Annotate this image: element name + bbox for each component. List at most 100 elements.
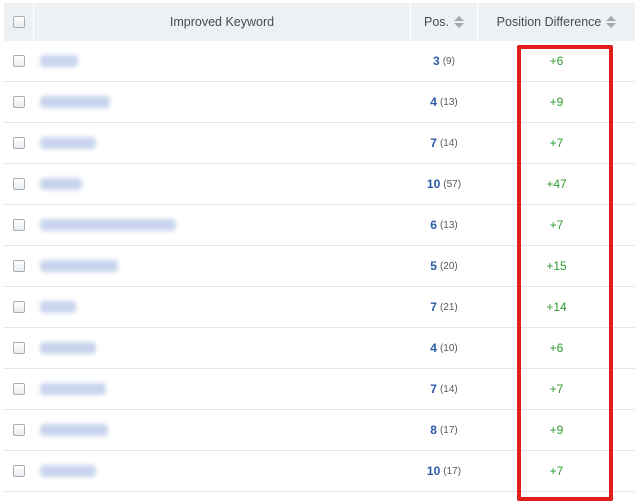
previous-position: (13) [439,96,458,108]
keyword-cell [40,205,362,245]
previous-position: (13) [439,219,458,231]
row-checkbox-cell [4,82,33,122]
position-difference: +15 [546,259,567,273]
keyword-cell [40,369,362,409]
difference-header-label: Position Difference [496,15,602,29]
position-difference: +7 [549,464,564,478]
keyword-link-redacted[interactable] [40,137,96,149]
position-cell: 7 (21) [411,287,477,327]
previous-position: (17) [443,465,462,477]
current-position: 10 [426,177,441,191]
position-difference: +47 [546,177,567,191]
table-body: 3 (9) +6 4 (13) +9 7 (14) +7 10 (57) +47 6 (13) +7 5 (20… [4,41,635,492]
current-position: 4 [430,95,437,109]
row-checkbox-cell [4,246,33,286]
table-row: 10 (17) +7 [4,451,635,492]
keyword-cell [40,410,362,450]
row-checkbox-cell [4,41,33,81]
row-checkbox-cell [4,451,33,491]
table-row: 7 (14) +7 [4,369,635,410]
keyword-cell [40,164,362,204]
column-header-position-difference[interactable]: Position Difference [478,3,635,41]
row-checkbox[interactable] [12,301,25,313]
row-checkbox[interactable] [12,178,25,190]
table-row: 10 (57) +47 [4,164,635,205]
row-checkbox[interactable] [12,424,25,436]
table-header: Improved Keyword Pos. Position Differenc… [4,3,635,41]
position-cell: 7 (14) [411,369,477,409]
current-position: 8 [430,423,437,437]
position-difference: +6 [549,54,564,68]
position-cell: 5 (20) [411,246,477,286]
keyword-link-redacted[interactable] [40,260,118,272]
previous-position: (57) [443,178,462,190]
position-cell: 10 (57) [411,164,477,204]
previous-position: (14) [439,383,458,395]
current-position: 7 [430,382,437,396]
position-cell: 3 (9) [411,41,477,81]
keyword-table: Improved Keyword Pos. Position Differenc… [4,3,635,492]
position-cell: 7 (14) [411,123,477,163]
position-difference: +9 [549,95,564,109]
previous-position: (17) [439,424,458,436]
column-header-keyword[interactable]: Improved Keyword [34,3,411,41]
row-checkbox-cell [4,369,33,409]
keyword-link-redacted[interactable] [40,301,76,313]
row-checkbox[interactable] [12,219,25,231]
current-position: 5 [430,259,437,273]
row-checkbox[interactable] [12,137,25,149]
keyword-link-redacted[interactable] [40,465,96,477]
current-position: 3 [433,54,440,68]
keyword-link-redacted[interactable] [40,96,110,108]
keyword-link-redacted[interactable] [40,55,78,67]
row-checkbox[interactable] [12,342,25,354]
keyword-link-redacted[interactable] [40,383,106,395]
header-checkbox-cell [4,3,34,41]
table-row: 4 (10) +6 [4,328,635,369]
current-position: 4 [430,341,437,355]
position-difference: +7 [549,136,564,150]
row-checkbox[interactable] [12,55,25,67]
position-difference: +6 [549,341,564,355]
sort-icon [606,16,617,28]
row-checkbox[interactable] [12,260,25,272]
keyword-link-redacted[interactable] [40,342,96,354]
position-difference: +7 [549,382,564,396]
table-row: 8 (17) +9 [4,410,635,451]
position-header-label: Pos. [423,15,449,29]
column-header-position[interactable]: Pos. [411,3,478,41]
table-row: 4 (13) +9 [4,82,635,123]
keyword-cell [40,287,362,327]
row-checkbox-cell [4,287,33,327]
sort-icon [454,16,464,28]
table-row: 7 (14) +7 [4,123,635,164]
keyword-cell [40,123,362,163]
table-row: 7 (21) +14 [4,287,635,328]
table-row: 6 (13) +7 [4,205,635,246]
keyword-link-redacted[interactable] [40,424,108,436]
position-difference: +7 [549,218,564,232]
keyword-cell [40,328,362,368]
row-checkbox[interactable] [12,465,25,477]
row-checkbox[interactable] [12,383,25,395]
keyword-cell [40,41,362,81]
position-difference: +14 [546,300,567,314]
select-all-checkbox[interactable] [12,16,25,28]
previous-position: (9) [442,55,455,67]
keyword-cell [40,451,362,491]
row-checkbox-cell [4,164,33,204]
previous-position: (10) [439,342,458,354]
keyword-link-redacted[interactable] [40,178,82,190]
current-position: 6 [430,218,437,232]
row-checkbox-cell [4,205,33,245]
keyword-link-redacted[interactable] [40,219,176,231]
row-checkbox-cell [4,410,33,450]
position-cell: 4 (10) [411,328,477,368]
table-row: 3 (9) +6 [4,41,635,82]
position-cell: 6 (13) [411,205,477,245]
position-cell: 4 (13) [411,82,477,122]
row-checkbox[interactable] [12,96,25,108]
position-difference: +9 [549,423,564,437]
keyword-cell [40,82,362,122]
row-checkbox-cell [4,123,33,163]
